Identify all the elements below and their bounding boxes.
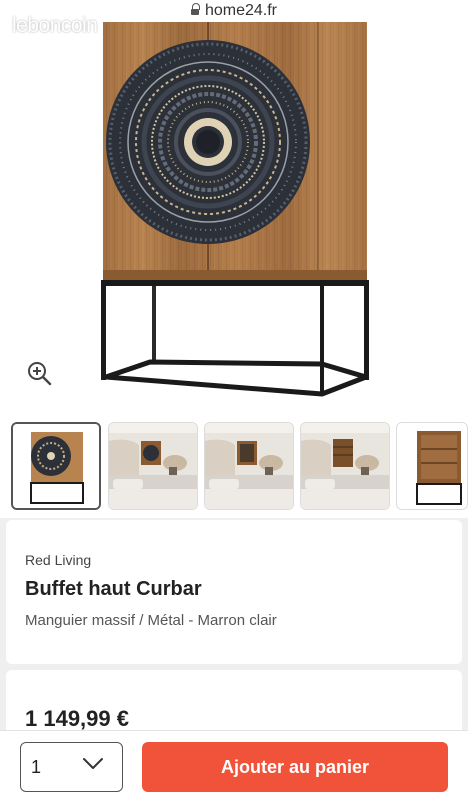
thumbnail-room-image (109, 423, 197, 509)
chevron-down-icon (83, 758, 103, 769)
thumbnail-1[interactable] (11, 422, 101, 510)
browser-url-text: home24.fr (204, 2, 278, 19)
quantity-value: 1 (31, 757, 42, 777)
product-material: Manguier massif / Métal - Marron clair (25, 612, 277, 629)
product-title: Buffet haut Curbar (25, 578, 202, 600)
lock-icon (190, 3, 200, 16)
product-image-main[interactable] (0, 22, 468, 420)
add-to-cart-bar: 1 Ajouter au panier (0, 730, 468, 800)
quantity-select[interactable]: 1 (20, 742, 123, 792)
thumbnail-cabinet-image (13, 424, 99, 508)
thumbnail-room-image (301, 423, 389, 509)
thumbnail-cabinet-open-image (397, 423, 467, 509)
product-price: 1 149,99 € (25, 706, 129, 731)
thumbnail-2[interactable] (108, 422, 198, 510)
cabinet-image (101, 22, 369, 397)
leboncoin-watermark: leboncoin (12, 14, 98, 37)
product-brand[interactable]: Red Living (25, 552, 91, 568)
thumbnail-4[interactable] (300, 422, 390, 510)
add-to-cart-button[interactable]: Ajouter au panier (142, 742, 448, 792)
thumbnail-strip[interactable] (0, 420, 468, 518)
thumbnail-5[interactable] (396, 422, 468, 510)
thumbnail-room-image (205, 423, 293, 509)
product-info-card: Red Living Buffet haut Curbar Manguier m… (6, 520, 462, 664)
zoom-in-icon[interactable] (26, 360, 52, 386)
thumbnail-3[interactable] (204, 422, 294, 510)
